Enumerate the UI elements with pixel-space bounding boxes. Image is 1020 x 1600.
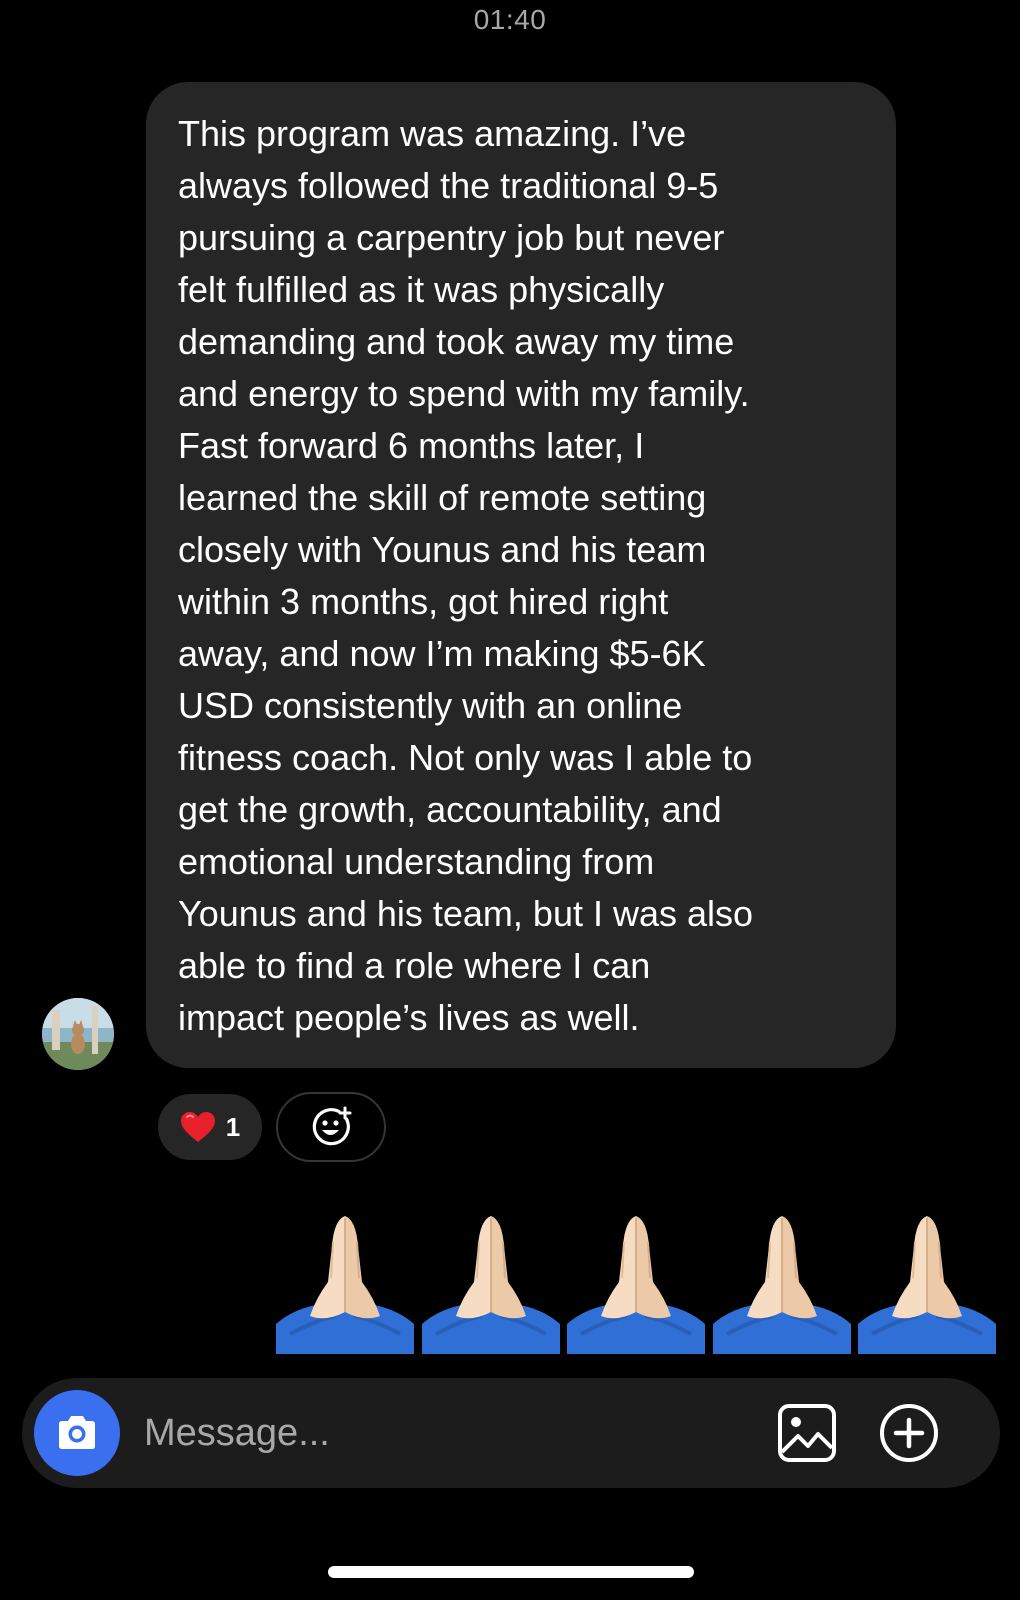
add-emoji-icon <box>312 1106 352 1146</box>
message-text: This program was amazing. I’ve always fo… <box>178 113 754 1038</box>
folded-hands-icon <box>421 1216 560 1354</box>
folded-hands-icon <box>858 1216 996 1354</box>
heart-icon <box>180 1112 215 1142</box>
message-input[interactable] <box>144 1404 704 1462</box>
folded-hands-icon <box>567 1216 705 1354</box>
camera-button[interactable] <box>34 1390 120 1476</box>
folded-hands-icon <box>712 1216 851 1354</box>
message-composer <box>22 1378 1000 1488</box>
heart-reaction-pill[interactable]: 1 <box>156 1092 264 1162</box>
plus-circle-icon <box>880 1404 938 1462</box>
image-icon <box>778 1404 836 1462</box>
gallery-button[interactable] <box>776 1402 838 1464</box>
sent-emoji-message[interactable] <box>276 1212 996 1354</box>
sender-avatar[interactable] <box>42 998 114 1070</box>
camera-icon <box>59 1416 95 1449</box>
home-indicator[interactable] <box>328 1566 694 1578</box>
received-message-bubble[interactable]: This program was amazing. I’ve always fo… <box>146 82 896 1068</box>
avatar-image <box>42 998 114 1070</box>
folded-hands-icon <box>276 1216 414 1354</box>
plus-button[interactable] <box>878 1402 940 1464</box>
add-reaction-button[interactable] <box>276 1092 386 1162</box>
reaction-count: 1 <box>225 1111 241 1142</box>
message-timestamp: 01:40 <box>473 4 547 35</box>
